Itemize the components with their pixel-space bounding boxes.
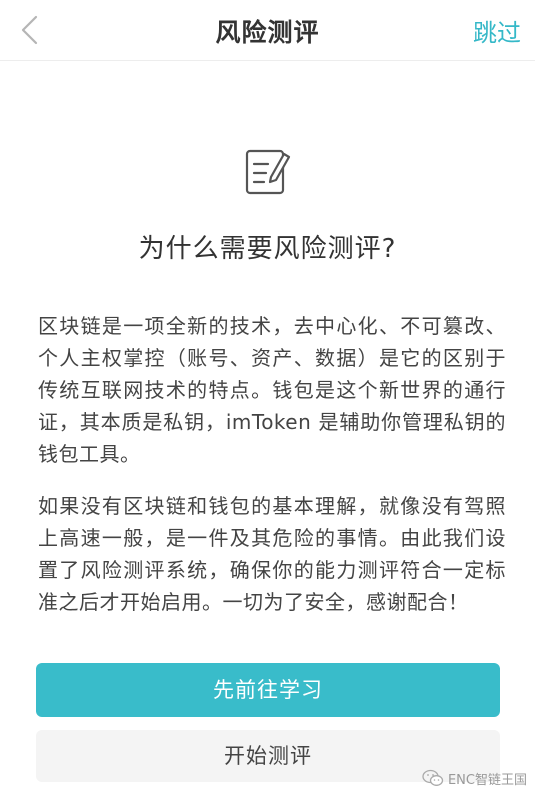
warning-paragraph: 如果没有区块链和钱包的基本理解，就像没有驾照上高速一般，是一件及其危险的事情。由… [38,494,506,614]
learn-first-button[interactable]: 先前往学习 [36,663,500,717]
page-title: 风险测评 [215,18,320,47]
edit-document-icon [244,146,292,198]
nav-bar: 风险测评 跳过 [0,0,535,61]
start-assessment-button[interactable]: 开始测评 [36,730,500,782]
chevron-left-icon [14,12,50,48]
back-button[interactable] [14,12,50,48]
section-heading: 为什么需要风险测评? [138,234,397,264]
intro-paragraph: 区块链是一项全新的技术，去中心化、不可篡改、个人主权掌控（账号、资产、数据）是它… [38,314,506,466]
skip-button[interactable]: 跳过 [473,13,521,48]
